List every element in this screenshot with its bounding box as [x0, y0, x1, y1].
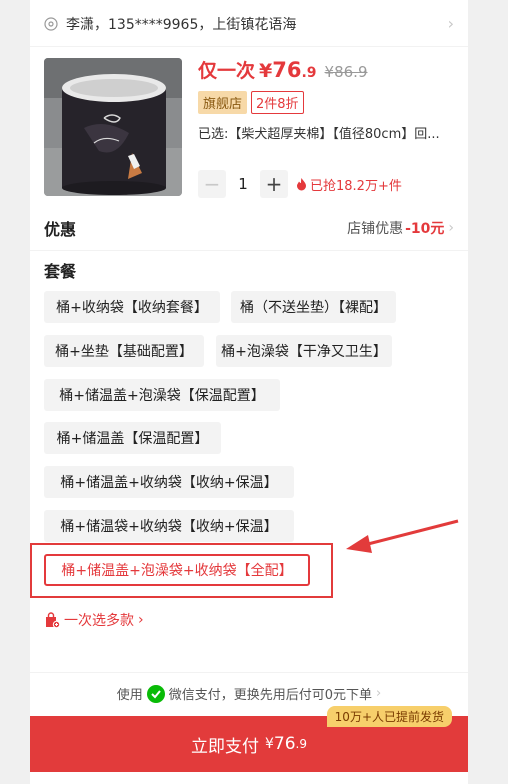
package-option[interactable]: 桶+泡澡袋【干净又卫生】: [216, 335, 392, 367]
sales-hot-label: 已抢18.2万+件: [296, 175, 402, 194]
product-thumbnail[interactable]: [44, 58, 182, 196]
chevron-right-icon: ›: [138, 612, 144, 628]
quantity-value[interactable]: 1: [226, 175, 260, 193]
pay-price-decimal: .9: [295, 737, 307, 751]
divider: [30, 672, 468, 673]
package-option[interactable]: 桶+收纳袋【收纳套餐】: [44, 291, 220, 323]
product-info: 仅一次 ¥ 76 .9 ¥86.9 旗舰店 2件8折 已选:【柴犬超厚夹棉】【值…: [198, 56, 460, 142]
annotation-arrow-icon: [346, 519, 459, 553]
promo-label: 优惠: [44, 220, 77, 239]
highlight-box: [30, 543, 333, 598]
shopping-bag-icon: [46, 612, 60, 628]
package-option[interactable]: 桶（不送坐垫）【裸配】: [231, 291, 396, 323]
original-price: ¥86.9: [324, 63, 368, 81]
pay-now-label: 立即支付: [190, 736, 259, 757]
location-pin-icon: [44, 17, 58, 31]
payment-hint[interactable]: 使用 微信支付，更换先用后付可0元下单 ›: [30, 684, 468, 703]
payment-hint-text: 微信支付，更换先用后付可0元下单: [168, 688, 373, 703]
price-currency: ¥: [259, 60, 273, 82]
pay-price-integer: 76: [273, 734, 296, 754]
chevron-right-icon: ›: [447, 14, 454, 33]
package-title: 套餐: [44, 262, 77, 281]
badges: 旗舰店 2件8折: [198, 91, 460, 114]
quantity-stepper: − 1 + 已抢18.2万+件: [198, 170, 402, 198]
flame-icon: [297, 177, 306, 190]
selected-spec: 已选:【柴犬超厚夹棉】【值径80cm】回...: [198, 127, 440, 142]
increase-button[interactable]: +: [260, 170, 288, 198]
pay-currency: ¥: [264, 736, 274, 752]
price-row: 仅一次 ¥ 76 .9 ¥86.9: [198, 56, 460, 83]
package-option[interactable]: 桶+储温盖【保温配置】: [44, 422, 221, 454]
multi-select-label: 一次选多款: [64, 613, 134, 629]
promo-value: 店铺优惠 -10元 ›: [347, 218, 454, 238]
shipping-tag: 10万+人已提前发货: [326, 706, 452, 727]
divider: [30, 46, 468, 47]
bathtub-product-image: [44, 58, 182, 196]
package-option[interactable]: 桶+储温盖+泡澡袋【保温配置】: [44, 379, 280, 411]
package-option[interactable]: 桶+储温盖+收纳袋【收纳+保温】: [44, 466, 294, 498]
chevron-right-icon: ›: [376, 686, 382, 701]
promo-amount: -10元: [405, 221, 445, 237]
wechat-pay-icon: [146, 684, 165, 703]
promo-row[interactable]: 优惠 店铺优惠 -10元 ›: [44, 214, 454, 242]
address-row[interactable]: 李潇，135****9965，上街镇花语海 ›: [44, 12, 454, 36]
multi-select-link[interactable]: 一次选多款 ›: [44, 610, 144, 630]
decrease-button[interactable]: −: [198, 170, 226, 198]
price-decimal: .9: [301, 65, 317, 81]
price-integer: 76: [272, 58, 302, 82]
discount-badge: 2件8折: [251, 91, 304, 114]
store-badge: 旗舰店: [198, 91, 248, 114]
price-prefix: 仅一次: [198, 60, 256, 82]
order-sheet: 李潇，135****9965，上街镇花语海 › 仅一次 ¥ 76 .9 ¥86.…: [30, 0, 468, 784]
payment-hint-prefix: 使用: [116, 688, 143, 703]
sales-hot-text: 已抢18.2万+件: [310, 178, 402, 194]
address-text: 李潇，135****9965，上街镇花语海: [66, 17, 297, 33]
package-option[interactable]: 桶+储温袋+收纳袋【收纳+保温】: [44, 510, 294, 542]
promo-value-prefix: 店铺优惠: [347, 221, 404, 237]
chevron-right-icon: ›: [448, 220, 454, 236]
package-option[interactable]: 桶+坐垫【基础配置】: [44, 335, 204, 367]
divider: [30, 250, 468, 251]
